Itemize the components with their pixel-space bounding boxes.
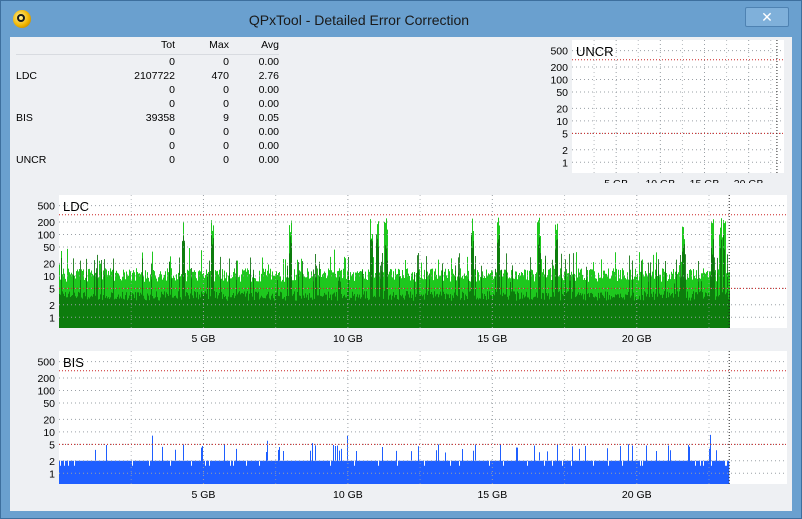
table-header-row: Tot Max Avg xyxy=(16,39,279,55)
uncr-y-tick-label: 50 xyxy=(556,87,568,99)
bis-y-tick-label: 10 xyxy=(43,427,55,439)
table-row: BIS 39358 9 0.05 xyxy=(16,111,279,125)
bis-x-tick-label: 5 GB xyxy=(191,489,215,501)
uncr-y-tick-label: 5 xyxy=(562,128,568,140)
cell-max: 470 xyxy=(211,70,229,82)
window-title: QPxTool - Detailed Error Correction xyxy=(248,12,470,28)
cell-avg: 0.00 xyxy=(258,56,279,68)
uncr-x-tick-label: 20 GB xyxy=(734,178,764,183)
table-row: 0 0 0.00 xyxy=(16,55,279,70)
bis-chart: 5 GB 10 GB 15 GB 20 GB 12 51020 50100200 500 BIS xyxy=(37,351,787,501)
uncr-y-tick-label: 500 xyxy=(550,46,568,58)
uncr-x-tick-label: 5 GB xyxy=(604,178,628,183)
ldc-y-tick-label: 200 xyxy=(37,217,55,229)
table-row: 0 0 0.00 xyxy=(16,125,279,139)
ldc-y-tick-label: 50 xyxy=(43,242,55,254)
ldc-y-tick-label: 100 xyxy=(37,229,55,241)
row-label: UNCR xyxy=(16,154,47,166)
bis-y-tick-label: 50 xyxy=(43,398,55,410)
uncr-y-tick-label: 1 xyxy=(562,157,568,169)
table-row: 0 0 0.00 xyxy=(16,83,279,97)
ldc-x-tick-label: 20 GB xyxy=(622,333,652,345)
ldc-y-tick-label: 5 xyxy=(49,283,55,295)
bis-y-tick-label: 20 xyxy=(43,414,55,426)
row-label: LDC xyxy=(16,70,38,82)
bis-x-tick-label: 10 GB xyxy=(333,489,363,501)
row-label xyxy=(16,55,62,70)
cell-tot: 0 xyxy=(169,140,175,152)
client-area: Tot Max Avg 0 0 0.00 LDC 2107722 470 2.76 000… xyxy=(10,37,792,511)
bis-y-tick-label: 200 xyxy=(37,373,55,385)
row-label xyxy=(16,139,62,153)
bis-y-tick-label: 1 xyxy=(49,468,55,480)
table-row: LDC 2107722 470 2.76 xyxy=(16,69,279,83)
table-row: 0 0 0.00 xyxy=(16,97,279,111)
ldc-x-tick-label: 15 GB xyxy=(477,333,507,345)
row-label xyxy=(16,83,62,97)
row-label xyxy=(16,97,62,111)
uncr-y-tick-label: 20 xyxy=(556,103,568,115)
summary-table: Tot Max Avg 0 0 0.00 LDC 2107722 470 2.76 000… xyxy=(16,39,279,167)
cell-avg: 0.00 xyxy=(258,154,279,166)
column-header-tot: Tot xyxy=(62,39,175,55)
column-header xyxy=(16,39,62,55)
bis-x-tick-label: 15 GB xyxy=(477,489,507,501)
cell-tot: 0 xyxy=(169,126,175,138)
cell-tot: 0 xyxy=(169,98,175,110)
cell-avg: 0.00 xyxy=(258,140,279,152)
ldc-chart-title: LDC xyxy=(63,199,89,214)
cell-max: 0 xyxy=(223,84,229,96)
bis-y-tick-label: 2 xyxy=(49,456,55,468)
column-header-avg: Avg xyxy=(229,39,279,55)
cell-avg: 0.00 xyxy=(258,98,279,110)
bis-x-tick-label: 20 GB xyxy=(622,489,652,501)
cell-max: 0 xyxy=(223,98,229,110)
ldc-y-tick-label: 2 xyxy=(49,300,55,312)
cell-max: 9 xyxy=(223,112,229,124)
close-button[interactable]: ✕ xyxy=(745,7,789,27)
uncr-y-tick-label: 100 xyxy=(550,74,568,86)
uncr-x-tick-label: 10 GB xyxy=(645,178,675,183)
ldc-x-tick-label: 10 GB xyxy=(333,333,363,345)
cell-avg: 0.00 xyxy=(258,84,279,96)
cell-max: 0 xyxy=(223,56,229,68)
cell-max: 0 xyxy=(223,140,229,152)
cell-tot: 2107722 xyxy=(134,70,175,82)
column-header-max: Max xyxy=(175,39,229,55)
cell-avg: 0.00 xyxy=(258,126,279,138)
ldc-x-tick-label: 5 GB xyxy=(191,333,215,345)
uncr-chart: 5 GB 10 GB 15 GB 20 GB 12 51020 50100200 500 UNC… xyxy=(550,40,784,183)
ldc-y-tick-label: 1 xyxy=(49,312,55,324)
uncr-y-tick-label: 200 xyxy=(550,62,568,74)
uncr-chart-title: UNCR xyxy=(576,44,614,59)
bis-y-tick-label: 100 xyxy=(37,385,55,397)
row-label xyxy=(16,125,62,139)
cell-avg: 2.76 xyxy=(258,70,279,82)
row-label: BIS xyxy=(16,112,33,124)
cell-max: 0 xyxy=(223,126,229,138)
bis-y-tick-label: 5 xyxy=(49,439,55,451)
qpxtool-window: QPxTool - Detailed Error Correction ✕ To… xyxy=(0,0,802,519)
cell-tot: 0 xyxy=(169,56,175,68)
ldc-y-tick-label: 20 xyxy=(43,258,55,270)
ldc-y-tick-label: 500 xyxy=(37,201,55,213)
ldc-chart: 5 GB 10 GB 15 GB 20 GB 12 51020 50100200 500 LDC xyxy=(37,195,787,345)
ldc-y-tick-label: 10 xyxy=(43,271,55,283)
cell-tot: 0 xyxy=(169,154,175,166)
bis-chart-title: BIS xyxy=(63,355,84,370)
cell-tot: 0 xyxy=(169,84,175,96)
uncr-y-tick-label: 10 xyxy=(556,116,568,128)
cell-max: 0 xyxy=(223,154,229,166)
title-bar[interactable]: QPxTool - Detailed Error Correction ✕ xyxy=(1,1,801,37)
cell-avg: 0.05 xyxy=(258,112,279,124)
table-row: UNCR 0 0 0.00 xyxy=(16,153,279,167)
table-row: 0 0 0.00 xyxy=(16,139,279,153)
uncr-x-tick-label: 15 GB xyxy=(690,178,720,183)
uncr-y-tick-label: 2 xyxy=(562,145,568,157)
bis-y-tick-label: 500 xyxy=(37,357,55,369)
cell-tot: 39358 xyxy=(145,112,175,124)
